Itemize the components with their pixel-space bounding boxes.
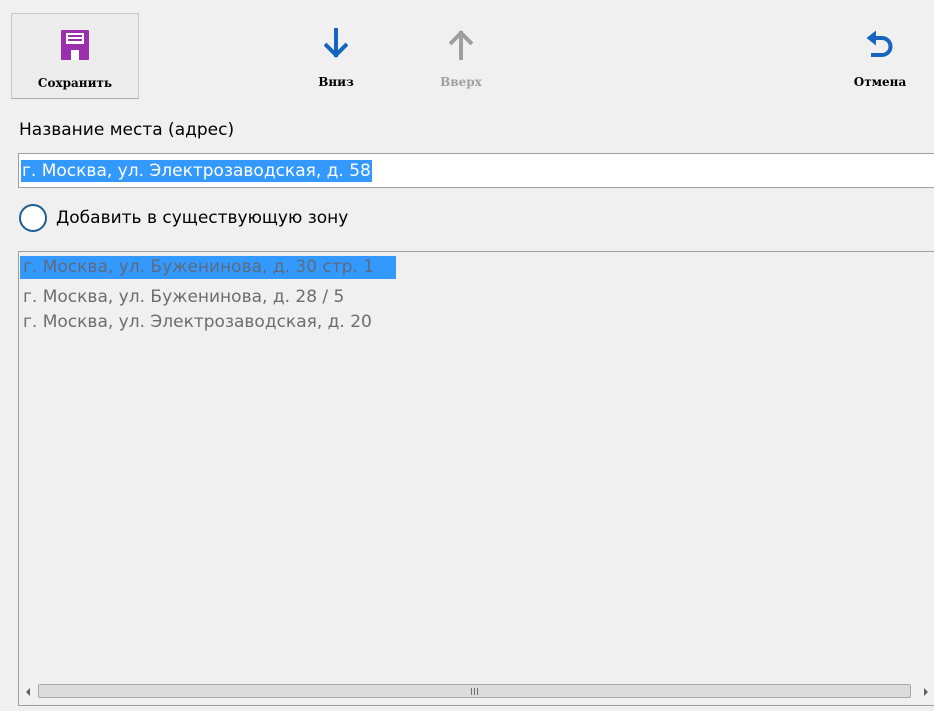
add-to-existing-zone-label: Добавить в существующую зону (56, 208, 349, 228)
scrollbar-thumb[interactable] (38, 684, 911, 698)
undo-arrow-icon (866, 30, 893, 57)
list-item[interactable]: г. Москва, ул. Электрозаводская, д. 20 (20, 311, 394, 334)
add-to-existing-zone-radio[interactable]: Добавить в существующую зону (19, 204, 348, 232)
arrow-up-icon (449, 30, 473, 60)
place-name-label: Название места (адрес) (19, 120, 235, 140)
save-button-label: Сохранить (37, 76, 113, 90)
list-item[interactable]: г. Москва, ул. Буженинова, д. 28 / 5 (20, 286, 366, 309)
list-item[interactable]: г. Москва, ул. Буженинова, д. 30 стр. 1 (20, 256, 397, 279)
place-name-input[interactable]: г. Москва, ул. Электрозаводская, д. 58 (18, 153, 934, 188)
caret-left-icon (25, 687, 30, 696)
down-button[interactable]: Вниз (300, 13, 372, 99)
caret-right-icon (923, 687, 928, 696)
zone-list[interactable]: г. Москва, ул. Буженинова, д. 30 стр. 1 … (18, 251, 934, 706)
cancel-button-label: Отмена (853, 75, 907, 89)
place-name-value: г. Москва, ул. Электрозаводская, д. 58 (21, 160, 372, 182)
grip-icon (471, 687, 478, 695)
up-button[interactable]: Вверх (425, 13, 497, 99)
scroll-left-button[interactable] (19, 683, 36, 700)
horizontal-scrollbar[interactable] (19, 683, 934, 700)
arrow-down-icon (324, 28, 348, 58)
up-button-label: Вверх (440, 75, 482, 89)
floppy-disk-icon (61, 30, 89, 60)
save-button[interactable]: Сохранить (11, 13, 139, 99)
scroll-right-button[interactable] (917, 683, 934, 700)
cancel-button[interactable]: Отмена (834, 13, 926, 99)
down-button-label: Вниз (318, 75, 354, 89)
radio-circle (19, 204, 47, 232)
